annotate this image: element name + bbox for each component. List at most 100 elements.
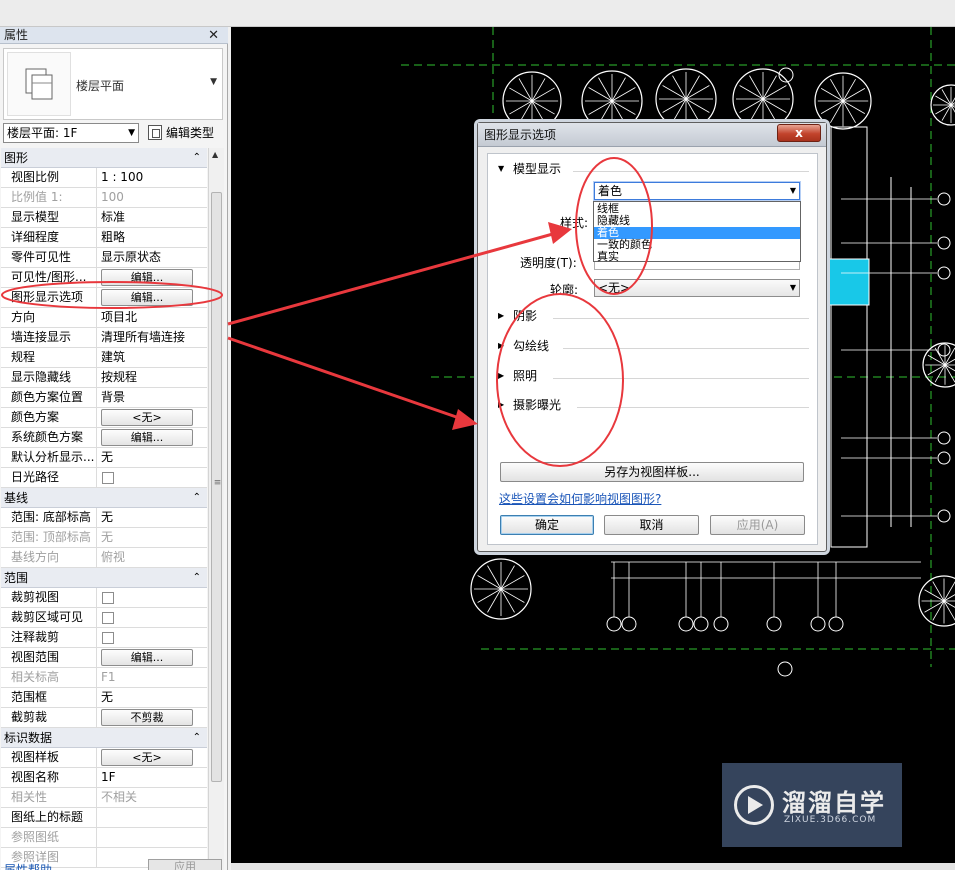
collapse-chevron-icon[interactable]: ⌃ xyxy=(193,728,201,748)
property-label: 图纸上的标题 xyxy=(1,808,97,827)
style-option[interactable]: 一致的颜色 xyxy=(594,239,800,251)
scrollbar-thumb[interactable]: ≡ xyxy=(211,192,222,782)
group-divider xyxy=(577,407,809,408)
property-value[interactable]: 无 xyxy=(98,508,207,527)
property-value[interactable]: 1 : 100 xyxy=(98,168,207,187)
property-label: 系统颜色方案 xyxy=(1,428,97,447)
style-option[interactable]: 真实 xyxy=(594,251,800,263)
property-checkbox[interactable] xyxy=(102,592,114,604)
property-label: 可见性/图形... xyxy=(1,268,97,287)
section-title: 标识数据 xyxy=(4,731,53,745)
property-label: 日光路径 xyxy=(1,468,97,487)
watermark: 溜溜自学 ZIXUE.3D66.COM xyxy=(722,763,902,847)
collapse-chevron-icon[interactable]: ⌃ xyxy=(193,148,201,168)
property-label: 相关性 xyxy=(1,788,97,807)
property-row: 注释裁剪 xyxy=(1,628,207,648)
scroll-up-icon[interactable]: ▲ xyxy=(212,150,218,159)
property-label: 相关标高 xyxy=(1,668,97,687)
property-value: 100 xyxy=(101,190,124,204)
model-display-group[interactable]: ▼ 模型显示 xyxy=(495,159,814,179)
model-display-label: 模型显示 xyxy=(513,162,562,176)
property-value[interactable]: 显示原状态 xyxy=(98,248,207,267)
photographic-exposure-group[interactable]: ▶ 摄影曝光 xyxy=(495,395,814,415)
grip-icon: ≡ xyxy=(213,478,222,488)
sketchy-lines-group[interactable]: ▶ 勾绘线 xyxy=(495,336,814,356)
property-label: 图形显示选项 xyxy=(1,288,97,307)
edit-type-label: 编辑类型 xyxy=(166,126,215,140)
property-value[interactable]: 背景 xyxy=(98,388,207,407)
dialog-close-button[interactable]: x xyxy=(777,124,821,142)
property-value[interactable]: 无 xyxy=(98,448,207,467)
group-divider xyxy=(563,348,809,349)
collapse-chevron-icon[interactable]: ⌃ xyxy=(193,568,201,588)
properties-apply-button[interactable]: 应用 xyxy=(148,859,222,870)
property-label: 墙连接显示 xyxy=(1,328,97,347)
property-label: 截剪裁 xyxy=(1,708,97,727)
top-toolbar-strip xyxy=(0,0,955,27)
save-as-view-template-button[interactable]: 另存为视图样板... xyxy=(500,462,804,482)
section-header[interactable]: 基线 ⌃ xyxy=(1,488,207,508)
property-label: 视图比例 xyxy=(1,168,97,187)
property-edit-button[interactable]: 编辑... xyxy=(101,429,193,446)
lighting-group[interactable]: ▶ 照明 xyxy=(495,366,814,386)
property-label: 比例值 1: xyxy=(1,188,97,207)
property-value[interactable] xyxy=(98,808,207,827)
property-value[interactable]: 1F xyxy=(98,768,207,787)
property-edit-button[interactable]: 编辑... xyxy=(101,649,193,666)
expanded-triangle-icon: ▼ xyxy=(498,164,505,173)
property-label: 参照图纸 xyxy=(1,828,97,847)
shadow-group[interactable]: ▶ 阴影 xyxy=(495,306,814,326)
property-edit-button[interactable]: 不剪裁 xyxy=(101,709,193,726)
property-value[interactable]: 建筑 xyxy=(98,348,207,367)
section-title: 基线 xyxy=(4,491,29,505)
view-selector-dropdown[interactable]: 楼层平面: 1F ▼ xyxy=(3,123,139,143)
section-header[interactable]: 标识数据 ⌃ xyxy=(1,728,207,748)
property-edit-button[interactable]: 编辑... xyxy=(101,269,193,286)
style-dropdown[interactable]: 着色 ▼ xyxy=(594,182,800,200)
section-header[interactable]: 图形 ⌃ xyxy=(1,148,207,168)
property-edit-button[interactable]: <无> xyxy=(101,409,193,426)
property-label: 视图样板 xyxy=(1,748,97,767)
section-header[interactable]: 范围 ⌃ xyxy=(1,568,207,588)
group-divider xyxy=(553,318,809,319)
properties-help-link[interactable]: 属性帮助 xyxy=(4,861,52,870)
property-edit-button[interactable]: <无> xyxy=(101,749,193,766)
property-label: 显示模型 xyxy=(1,208,97,227)
outline-dropdown[interactable]: <无> ▼ xyxy=(594,279,800,297)
property-checkbox[interactable] xyxy=(102,632,114,644)
properties-scrollbar[interactable]: ▲ ≡ ▼ xyxy=(208,148,224,870)
style-option[interactable]: 隐藏线 xyxy=(594,215,800,227)
settings-help-link[interactable]: 这些设置会如何影响视图图形? xyxy=(499,490,661,507)
apply-button[interactable]: 应用(A) xyxy=(710,515,805,535)
property-row: 相关标高 F1 xyxy=(1,668,207,688)
collapsed-triangle-icon: ▶ xyxy=(498,341,505,350)
property-label: 范围: 顶部标高 xyxy=(1,528,97,547)
property-row: 显示隐藏线 按规程 xyxy=(1,368,207,388)
chevron-down-icon[interactable]: ▼ xyxy=(210,77,217,87)
property-value[interactable]: 标准 xyxy=(98,208,207,227)
property-value[interactable]: 无 xyxy=(98,688,207,707)
property-label: 详细程度 xyxy=(1,228,97,247)
edit-type-button[interactable]: 编辑类型 xyxy=(146,123,226,143)
sketchy-lines-label: 勾绘线 xyxy=(513,339,550,353)
property-row: 规程 建筑 xyxy=(1,348,207,368)
style-options-list[interactable]: 线框 隐藏线 着色 一致的颜色 真实 xyxy=(593,201,801,263)
collapse-chevron-icon[interactable]: ⌃ xyxy=(193,488,201,508)
properties-grid: 图形 ⌃ 视图比例 1 : 100 比例值 1: 100 显示模型 标准 详细程度 粗略 零件可见性… xyxy=(1,148,207,870)
property-label: 视图名称 xyxy=(1,768,97,787)
edit-type-icon xyxy=(148,125,162,140)
property-value[interactable]: 项目北 xyxy=(98,308,207,327)
property-row: 视图名称 1F xyxy=(1,768,207,788)
property-value[interactable]: 按规程 xyxy=(98,368,207,387)
close-icon[interactable]: ✕ xyxy=(208,27,219,44)
property-edit-button[interactable]: 编辑... xyxy=(101,289,193,306)
ok-button[interactable]: 确定 xyxy=(500,515,594,535)
cancel-button[interactable]: 取消 xyxy=(604,515,699,535)
property-value[interactable]: 粗略 xyxy=(98,228,207,247)
property-checkbox[interactable] xyxy=(102,612,114,624)
type-selector[interactable]: 楼层平面 ▼ xyxy=(3,48,223,120)
property-value[interactable]: 清理所有墙连接 xyxy=(98,328,207,347)
dialog-title: 图形显示选项 xyxy=(478,123,826,147)
property-row: 颜色方案 <无> xyxy=(1,408,207,428)
property-checkbox[interactable] xyxy=(102,472,114,484)
